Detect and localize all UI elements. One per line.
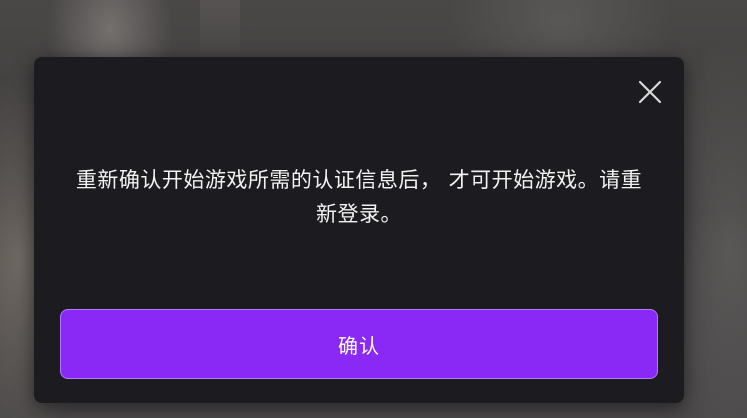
reauth-dialog: 重新确认开始游戏所需的认证信息后， 才可开始游戏。请重新登录。 确认 — [34, 57, 684, 403]
dialog-message: 重新确认开始游戏所需的认证信息后， 才可开始游戏。请重新登录。 — [75, 168, 643, 226]
background-detail — [200, 0, 240, 60]
close-icon — [638, 80, 662, 104]
close-button[interactable] — [634, 76, 666, 108]
confirm-button[interactable]: 确认 — [60, 309, 658, 379]
